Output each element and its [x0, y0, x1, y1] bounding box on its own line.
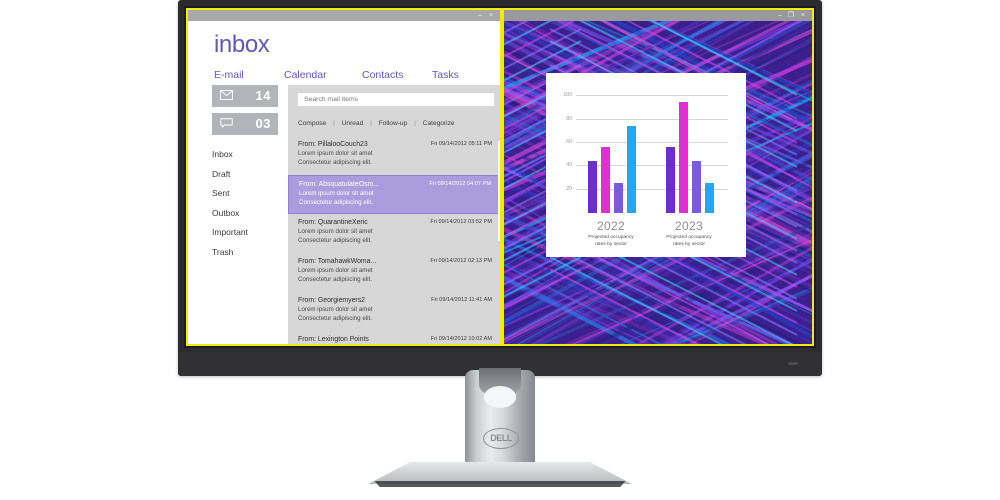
window-chart-viewer[interactable]: – ❐ × 20 40 60 80 100 2022 Projected occupan…: [502, 8, 814, 346]
message-row[interactable]: From: Lexington Points Fri 09/14/2012 10:…: [288, 331, 502, 344]
x-label-2023: 2023: [646, 219, 732, 233]
x-sublabel-2022: Projected occupancy rates by sector: [568, 234, 654, 248]
x-group-2022: 2022 Projected occupancy rates by sector: [568, 219, 654, 248]
envelope-icon: [220, 90, 233, 100]
toolbar-unread[interactable]: Unread: [342, 120, 364, 127]
gridline: 100: [576, 95, 728, 96]
message-row[interactable]: From: AbsquatulateOsm... Fri 09/14/2012 0…: [288, 175, 502, 214]
folder-item-draft[interactable]: Draft: [212, 169, 248, 179]
toolbar-sep-1: |: [333, 120, 335, 127]
x-label-2022: 2022: [568, 219, 654, 233]
gridline: 60: [576, 142, 728, 143]
message-preview-line-1: Lorem ipsum dolor sit amet: [299, 190, 493, 197]
minimize-icon[interactable]: –: [478, 12, 484, 19]
window-mail-app[interactable]: – × inbox E-mailCalendarContactsTasks: [186, 8, 502, 346]
message-row[interactable]: From: PillalooCouch23 Fri 09/14/2012 05:1…: [288, 136, 502, 175]
message-list-pane: Compose | Unread | Follow-up | Categoriz…: [288, 85, 502, 344]
stand-cable-hole: [484, 386, 516, 408]
chart-bar: [627, 126, 636, 214]
message-preview-line-2: Consectetur adipiscing elit.: [298, 237, 494, 244]
message-date: Fri 09/14/2012 02:13 PM: [430, 258, 492, 264]
screenshot-stage: – × inbox E-mailCalendarContactsTasks: [0, 0, 1000, 500]
message-preview-line-2: Consectetur adipiscing elit.: [298, 315, 494, 322]
nav-item-contacts[interactable]: Contacts: [362, 69, 432, 81]
stand-base-plate: [368, 462, 632, 484]
chart-bar: [588, 161, 597, 214]
toolbar-sep-3: |: [414, 120, 416, 127]
monitor-stand-base: [368, 462, 632, 488]
minimize-icon-right[interactable]: –: [778, 12, 784, 19]
message-preview-line-2: Consectetur adipiscing elit.: [299, 199, 493, 206]
toolbar-follow-up[interactable]: Follow-up: [379, 120, 408, 127]
folder-item-inbox[interactable]: Inbox: [212, 149, 248, 159]
chart-bar: [705, 183, 714, 213]
list-scrollbar[interactable]: [498, 141, 501, 241]
toolbar-sep-2: |: [370, 120, 372, 127]
mail-app: inbox E-mailCalendarContactsTasks 14: [188, 21, 500, 344]
titlebar-left[interactable]: – ×: [188, 10, 500, 21]
stand-base-shadow: [372, 481, 628, 487]
search-input[interactable]: [298, 93, 494, 106]
chart-bar: [666, 147, 675, 214]
y-axis-tick: 20: [566, 186, 572, 192]
message-row[interactable]: From: QuarantineXeric Fri 09/14/2012 03:5…: [288, 214, 502, 253]
unread-chat-badge[interactable]: 03: [212, 113, 278, 135]
message-date: Fri 09/14/2012 03:52 PM: [430, 219, 492, 225]
chart-bar: [679, 102, 688, 213]
message-list[interactable]: From: PillalooCouch23 Fri 09/14/2012 05:1…: [288, 136, 502, 344]
chart-bar: [601, 147, 610, 214]
unread-chat-count: 03: [256, 116, 271, 131]
message-preview-line-1: Lorem ipsum dolor sit amet: [298, 228, 494, 235]
folder-item-trash[interactable]: Trash: [212, 247, 248, 257]
message-date: Fri 09/14/2012 05:11 PM: [431, 141, 492, 147]
folder-item-sent[interactable]: Sent: [212, 188, 248, 198]
message-preview-line-2: Consectetur adipiscing elit.: [298, 276, 494, 283]
message-row[interactable]: From: Georgiemyers2 Fri 09/14/2012 11:41 …: [288, 292, 502, 331]
page-title: inbox: [214, 31, 269, 59]
list-toolbar: Compose | Unread | Follow-up | Categoriz…: [298, 120, 498, 127]
nav-item-tasks[interactable]: Tasks: [432, 69, 459, 81]
unread-mail-count: 14: [256, 88, 271, 103]
main-nav: E-mail Calendar Contacts Tasks: [214, 65, 484, 83]
dell-monitor: – × inbox E-mailCalendarContactsTasks: [178, 0, 822, 376]
toolbar-categorize[interactable]: Categorize: [423, 120, 455, 127]
folder-item-outbox[interactable]: Outbox: [212, 208, 248, 218]
chart-bar: [614, 183, 623, 213]
y-axis-tick: 40: [566, 162, 572, 168]
message-row[interactable]: From: TomahawkWoma... Fri 09/14/2012 02:1…: [288, 253, 502, 292]
gridline: 80: [576, 119, 728, 120]
unread-mail-badge[interactable]: 14: [212, 85, 278, 107]
message-preview-line-2: Consectetur adipiscing elit.: [298, 159, 494, 166]
close-icon-right[interactable]: ×: [801, 12, 807, 19]
y-axis-tick: 100: [563, 92, 572, 98]
gridline: 40: [576, 165, 728, 166]
monitor-stand-neck: DELL: [465, 370, 535, 468]
chart-bar: [692, 161, 701, 214]
bar-chart-card: 20 40 60 80 100 2022 Projected occupancy rate…: [546, 73, 746, 257]
message-preview-line-1: Lorem ipsum dolor sit amet: [298, 306, 494, 313]
x-group-2023: 2023 Projected occupancy rates by sector: [646, 219, 732, 248]
close-icon[interactable]: ×: [489, 12, 495, 19]
y-axis-tick: 60: [566, 139, 572, 145]
message-date: Fri 09/14/2012 11:41 AM: [431, 297, 492, 303]
folder-list: Inbox Draft Sent Outbox Important Trash: [212, 149, 248, 266]
message-preview-line-1: Lorem ipsum dolor sit amet: [298, 267, 494, 274]
speech-bubble-icon: [220, 118, 233, 128]
bar-chart-plot: 20 40 60 80 100: [576, 87, 728, 213]
nav-item-calendar[interactable]: Calendar: [284, 69, 362, 81]
folder-item-important[interactable]: Important: [212, 227, 248, 237]
y-axis-tick: 80: [566, 116, 572, 122]
x-sublabel-2023: Projected occupancy rates by sector: [646, 234, 732, 248]
monitor-screen: – × inbox E-mailCalendarContactsTasks: [186, 8, 814, 346]
message-preview-line-1: Lorem ipsum dolor sit amet: [298, 150, 494, 157]
dell-logo: DELL: [483, 428, 519, 449]
maximize-icon-right[interactable]: ❐: [788, 12, 796, 19]
message-date: Fri 09/14/2012 10:02 AM: [431, 336, 492, 342]
titlebar-right[interactable]: – ❐ ×: [504, 10, 812, 21]
message-date: Fri 09/14/2012 04:07 PM: [429, 181, 491, 187]
nav-item-email[interactable]: E-mail: [214, 69, 284, 81]
toolbar-compose[interactable]: Compose: [298, 120, 326, 127]
